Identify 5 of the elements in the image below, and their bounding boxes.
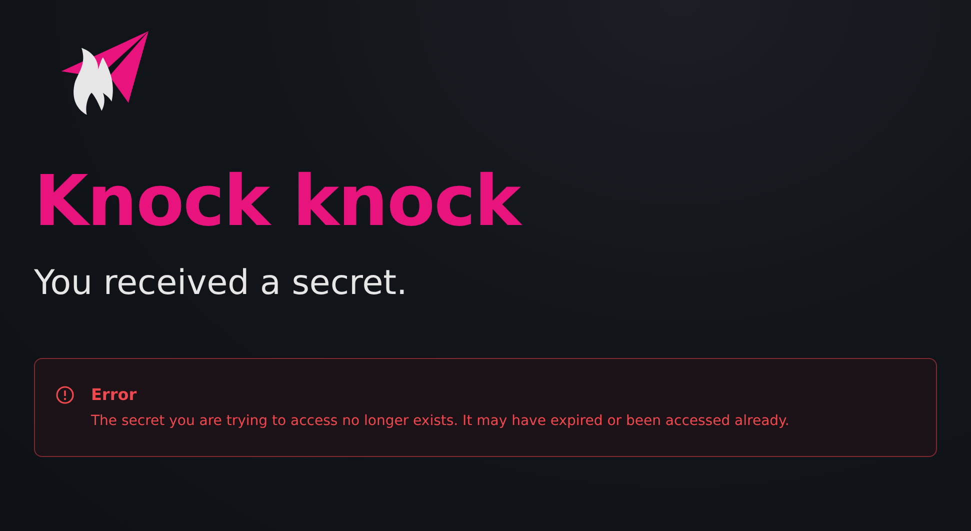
alert-icon — [55, 385, 75, 405]
page-title: Knock knock — [34, 166, 524, 236]
page-subtitle: You received a secret. — [34, 266, 408, 300]
alert-message: The secret you are trying to access no longer exists. It may have expired or been accessed already. — [91, 412, 790, 431]
alert-title: Error — [91, 384, 138, 406]
